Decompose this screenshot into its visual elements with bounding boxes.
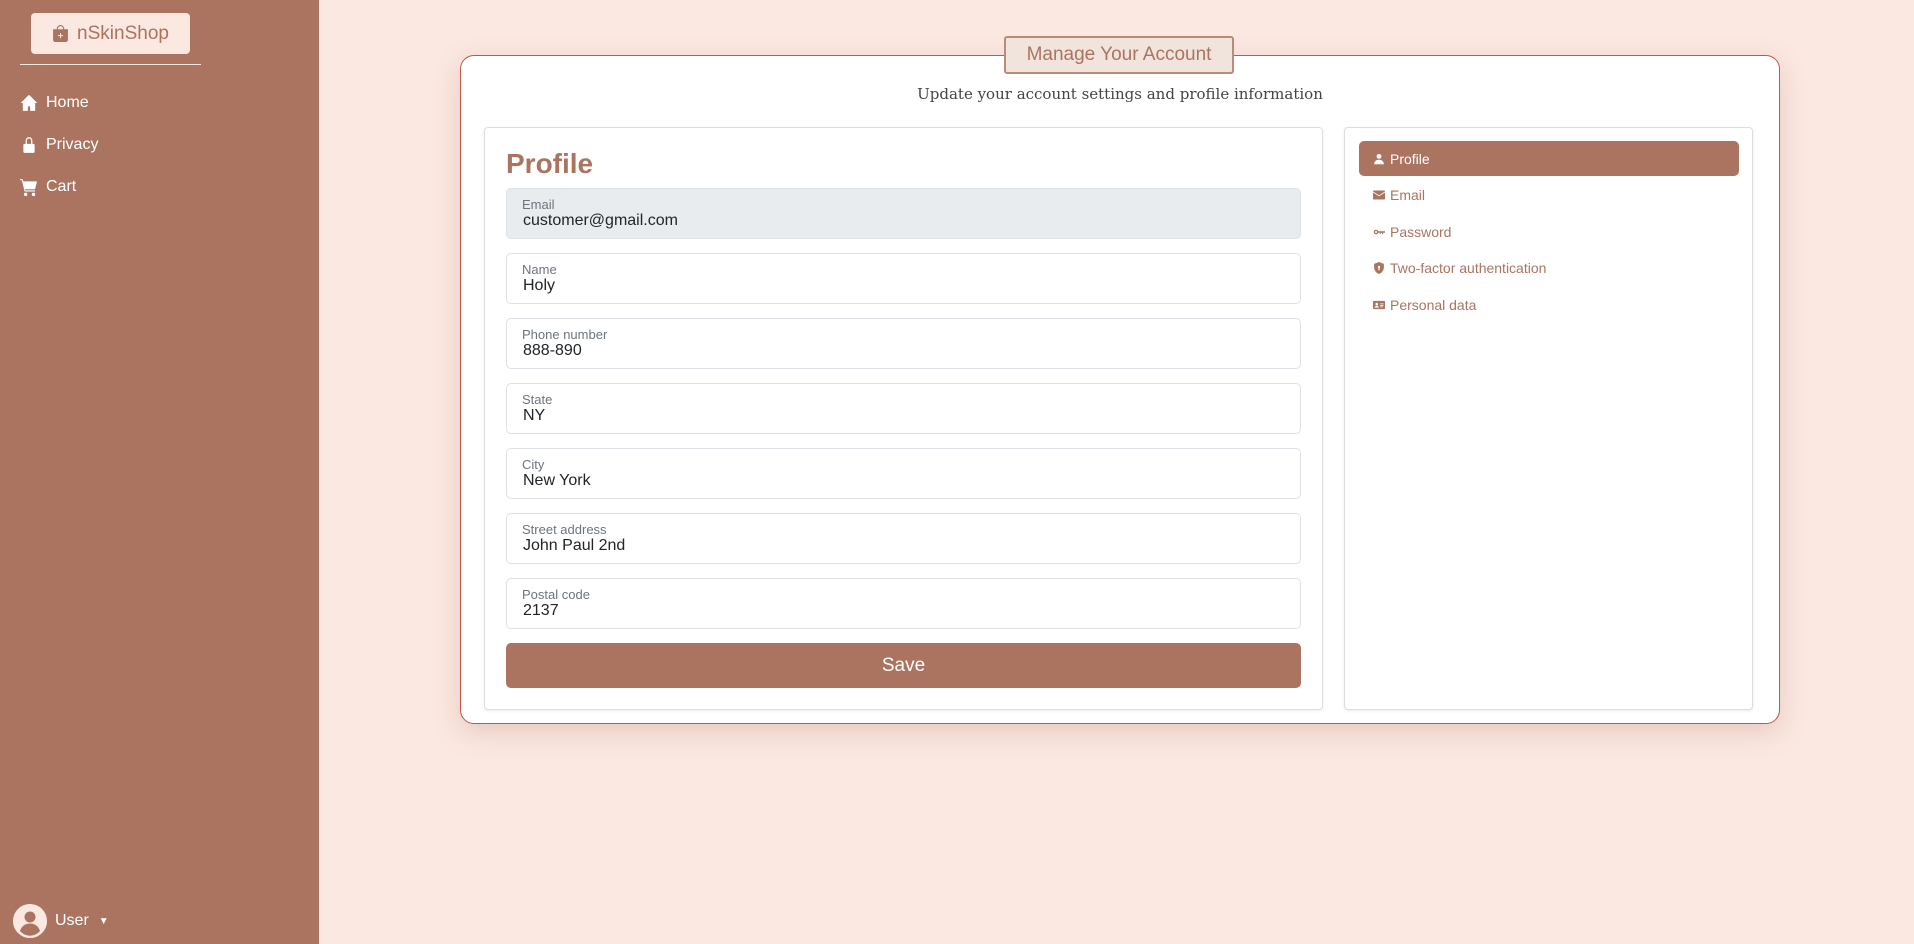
shopping-bag-icon (53, 25, 68, 42)
field-label: State (522, 392, 553, 407)
field-label: Street address (522, 522, 607, 537)
field-value: NY (523, 407, 546, 424)
account-nav-item-personal-data[interactable]: Personal data (1359, 287, 1739, 322)
home-icon (20, 95, 38, 111)
key-icon (1373, 229, 1385, 234)
user-avatar-icon (13, 904, 47, 938)
id-card-icon (1373, 300, 1385, 309)
account-nav-item-two-factor[interactable]: Two-factor authentication (1359, 251, 1739, 286)
field-value: New York (523, 472, 591, 489)
state-field[interactable]: State NY (506, 383, 1301, 434)
field-label: Email (522, 197, 555, 212)
field-label: Phone number (522, 327, 608, 342)
account-nav-item-password[interactable]: Password (1359, 214, 1739, 249)
email-field[interactable]: Email customer@gmail.com (506, 188, 1301, 239)
brand-name: nSkinShop (77, 22, 169, 44)
field-value: 888-890 (523, 342, 582, 359)
nav-item-home[interactable]: Home (20, 82, 98, 124)
nav-item-privacy[interactable]: Privacy (20, 124, 98, 166)
nav-item-label: Privacy (46, 136, 99, 153)
chevron-down-icon: ▼ (98, 915, 109, 927)
person-icon (1374, 153, 1384, 164)
nav-item-cart[interactable]: Cart (20, 166, 98, 208)
page-title: Manage Your Account (1004, 36, 1234, 74)
profile-heading: Profile (506, 148, 594, 179)
account-nav: Profile Email Password Two-factor authen… (1359, 141, 1739, 324)
name-field[interactable]: Name Holy (506, 253, 1301, 304)
account-nav-label: Profile (1390, 150, 1430, 167)
account-nav-label: Personal data (1390, 296, 1477, 313)
shield-icon (1374, 262, 1384, 274)
user-label: User (55, 912, 89, 929)
page-subtitle: Update your account settings and profile… (917, 85, 1323, 103)
field-value: customer@gmail.com (523, 212, 678, 229)
account-nav-label: Email (1390, 187, 1426, 203)
field-label: Postal code (522, 587, 590, 602)
main-nav: Home Privacy Cart (20, 82, 98, 208)
sidebar: nSkinShop Home Privacy Cart User ▼ (0, 0, 319, 944)
postal-code-field[interactable]: Postal code 2137 (506, 578, 1301, 629)
account-nav-item-profile[interactable]: Profile (1359, 141, 1739, 176)
field-value: John Paul 2nd (523, 537, 626, 554)
street-address-field[interactable]: Street address John Paul 2nd (506, 513, 1301, 564)
field-label: City (522, 457, 545, 472)
brand-button[interactable]: nSkinShop (31, 13, 190, 54)
cart-icon (20, 179, 37, 196)
save-button[interactable]: Save (506, 643, 1301, 688)
envelope-icon (1373, 190, 1385, 200)
phone-number-field[interactable]: Phone number 888-890 (506, 318, 1301, 369)
nav-item-label: Home (46, 94, 89, 111)
field-value: 2137 (523, 602, 559, 619)
nav-item-label: Cart (46, 178, 77, 195)
account-nav-item-email[interactable]: Email (1359, 178, 1739, 213)
account-nav-label: Password (1390, 223, 1452, 240)
user-menu[interactable]: User ▼ (13, 904, 109, 938)
avatar (13, 904, 47, 938)
city-field[interactable]: City New York (506, 448, 1301, 499)
field-label: Name (522, 262, 557, 277)
brand-divider (20, 64, 201, 65)
lock-icon (23, 137, 35, 153)
account-nav-label: Two-factor authentication (1390, 260, 1547, 276)
field-value: Holy (523, 277, 556, 294)
